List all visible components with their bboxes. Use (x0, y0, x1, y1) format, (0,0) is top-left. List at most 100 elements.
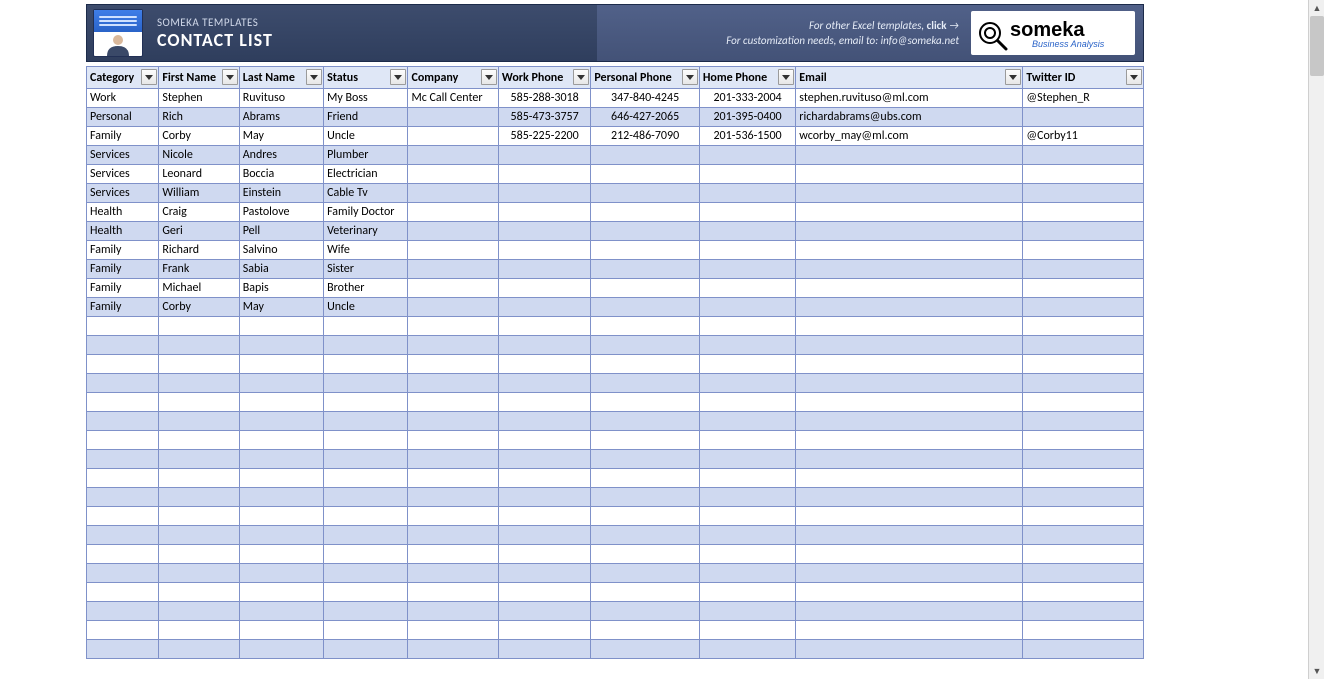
table-row[interactable]: HealthGeriPellVeterinary (87, 222, 1144, 241)
cell-last_name[interactable] (239, 526, 323, 545)
cell-work_phone[interactable] (498, 564, 590, 583)
cell-first_name[interactable]: Leonard (159, 165, 239, 184)
cell-home_phone[interactable] (699, 640, 795, 659)
cell-email[interactable] (796, 507, 1023, 526)
cell-twitter[interactable] (1023, 393, 1144, 412)
vertical-scrollbar[interactable]: ▲ ▼ (1308, 0, 1324, 679)
cell-category[interactable]: Health (87, 203, 159, 222)
cell-category[interactable]: Family (87, 298, 159, 317)
cell-last_name[interactable] (239, 355, 323, 374)
cell-twitter[interactable] (1023, 412, 1144, 431)
cell-personal_phone[interactable] (591, 146, 700, 165)
cell-home_phone[interactable] (699, 317, 795, 336)
column-header-email[interactable]: Email (796, 67, 1023, 89)
cell-personal_phone[interactable] (591, 279, 700, 298)
cell-status[interactable]: Electrician (324, 165, 408, 184)
cell-last_name[interactable]: May (239, 298, 323, 317)
cell-first_name[interactable]: Richard (159, 241, 239, 260)
cell-category[interactable] (87, 374, 159, 393)
cell-category[interactable] (87, 526, 159, 545)
cell-status[interactable] (324, 640, 408, 659)
cell-email[interactable] (796, 526, 1023, 545)
cell-twitter[interactable] (1023, 526, 1144, 545)
cell-category[interactable] (87, 431, 159, 450)
cell-status[interactable]: Wife (324, 241, 408, 260)
cell-last_name[interactable] (239, 374, 323, 393)
cell-first_name[interactable]: Corby (159, 127, 239, 146)
table-row[interactable] (87, 412, 1144, 431)
cell-personal_phone[interactable] (591, 469, 700, 488)
cell-category[interactable] (87, 583, 159, 602)
cell-work_phone[interactable] (498, 469, 590, 488)
cell-category[interactable]: Services (87, 165, 159, 184)
cell-email[interactable] (796, 412, 1023, 431)
cell-work_phone[interactable] (498, 621, 590, 640)
cell-email[interactable] (796, 336, 1023, 355)
cell-work_phone[interactable] (498, 393, 590, 412)
cell-twitter[interactable] (1023, 431, 1144, 450)
cell-home_phone[interactable] (699, 146, 795, 165)
cell-work_phone[interactable] (498, 450, 590, 469)
filter-dropdown-icon[interactable] (573, 69, 589, 85)
cell-status[interactable]: Uncle (324, 298, 408, 317)
table-row[interactable] (87, 602, 1144, 621)
cell-email[interactable] (796, 640, 1023, 659)
table-row[interactable]: WorkStephenRuvitusoMy BossMc Call Center… (87, 89, 1144, 108)
cell-home_phone[interactable] (699, 241, 795, 260)
cell-status[interactable] (324, 564, 408, 583)
cell-twitter[interactable] (1023, 336, 1144, 355)
cell-first_name[interactable] (159, 355, 239, 374)
cell-first_name[interactable] (159, 431, 239, 450)
cell-company[interactable] (408, 260, 498, 279)
cell-home_phone[interactable] (699, 564, 795, 583)
table-row[interactable]: FamilyCorbyMayUncle (87, 298, 1144, 317)
cell-home_phone[interactable]: 201-536-1500 (699, 127, 795, 146)
cell-company[interactable] (408, 488, 498, 507)
column-header-last_name[interactable]: Last Name (239, 67, 323, 89)
cell-company[interactable] (408, 507, 498, 526)
cell-work_phone[interactable]: 585-225-2200 (498, 127, 590, 146)
cell-home_phone[interactable] (699, 393, 795, 412)
cell-personal_phone[interactable] (591, 564, 700, 583)
cell-email[interactable] (796, 374, 1023, 393)
cell-first_name[interactable]: Corby (159, 298, 239, 317)
cell-status[interactable] (324, 412, 408, 431)
cell-last_name[interactable] (239, 507, 323, 526)
table-row[interactable]: FamilyFrankSabiaSister (87, 260, 1144, 279)
column-header-work_phone[interactable]: Work Phone (498, 67, 590, 89)
cell-company[interactable] (408, 184, 498, 203)
cell-company[interactable] (408, 374, 498, 393)
info2-email[interactable]: info@someka.net (881, 34, 959, 47)
cell-twitter[interactable] (1023, 279, 1144, 298)
cell-home_phone[interactable] (699, 374, 795, 393)
cell-category[interactable] (87, 545, 159, 564)
cell-personal_phone[interactable] (591, 184, 700, 203)
cell-home_phone[interactable] (699, 336, 795, 355)
cell-last_name[interactable]: Ruvituso (239, 89, 323, 108)
cell-last_name[interactable]: Boccia (239, 165, 323, 184)
cell-personal_phone[interactable] (591, 526, 700, 545)
cell-twitter[interactable] (1023, 621, 1144, 640)
cell-personal_phone[interactable] (591, 583, 700, 602)
cell-home_phone[interactable]: 201-333-2004 (699, 89, 795, 108)
cell-status[interactable]: Family Doctor (324, 203, 408, 222)
filter-dropdown-icon[interactable] (1126, 69, 1142, 85)
cell-personal_phone[interactable] (591, 355, 700, 374)
cell-company[interactable] (408, 241, 498, 260)
table-row[interactable] (87, 355, 1144, 374)
cell-category[interactable]: Family (87, 127, 159, 146)
cell-first_name[interactable]: Craig (159, 203, 239, 222)
cell-company[interactable] (408, 203, 498, 222)
scroll-down-button[interactable]: ▼ (1309, 663, 1324, 679)
cell-email[interactable] (796, 393, 1023, 412)
cell-last_name[interactable]: May (239, 127, 323, 146)
cell-twitter[interactable] (1023, 317, 1144, 336)
cell-twitter[interactable] (1023, 450, 1144, 469)
cell-category[interactable] (87, 393, 159, 412)
cell-personal_phone[interactable] (591, 298, 700, 317)
cell-last_name[interactable] (239, 412, 323, 431)
cell-twitter[interactable] (1023, 108, 1144, 127)
cell-twitter[interactable] (1023, 583, 1144, 602)
cell-email[interactable] (796, 488, 1023, 507)
cell-category[interactable]: Health (87, 222, 159, 241)
